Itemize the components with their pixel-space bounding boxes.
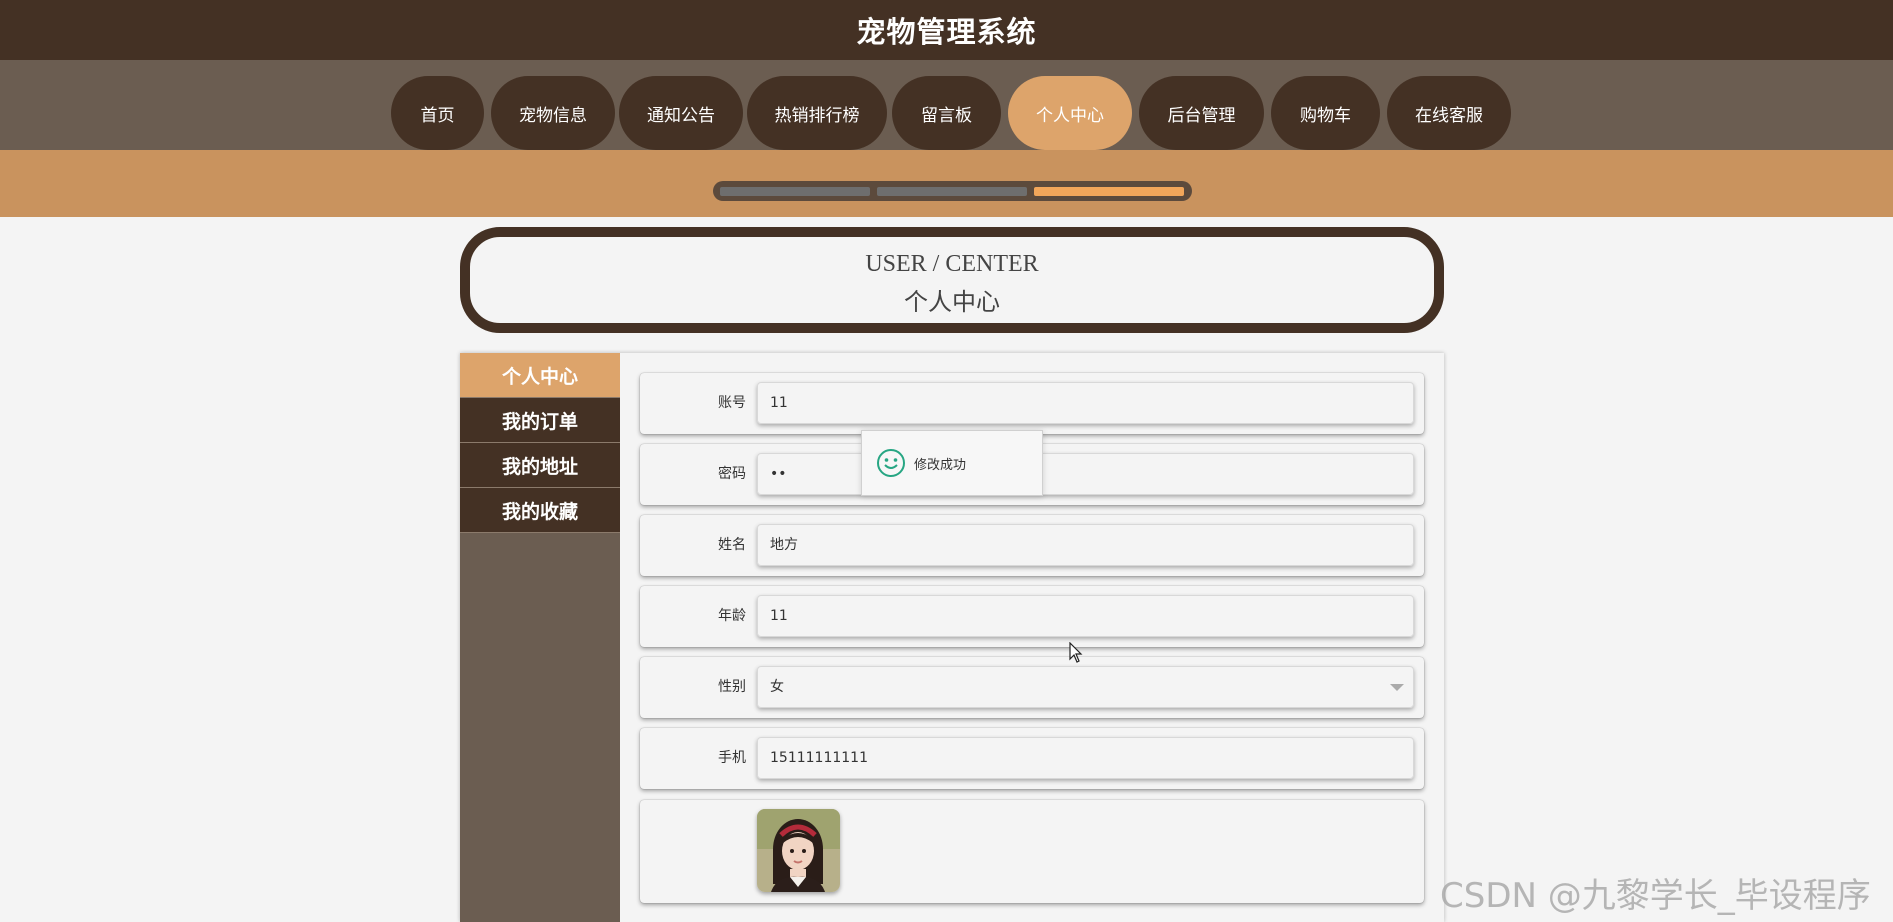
sidebar: 个人中心 我的订单 我的地址 我的收藏: [460, 353, 620, 922]
smile-icon: [877, 449, 905, 477]
toast-message: 修改成功: [914, 457, 967, 473]
sidebar-item-addresses[interactable]: 我的地址: [460, 443, 620, 488]
success-toast: 修改成功: [861, 430, 1043, 496]
form-row-gender: 性别 女: [640, 657, 1424, 718]
gender-select[interactable]: 女: [757, 666, 1414, 708]
sidebar-item-orders[interactable]: 我的订单: [460, 398, 620, 443]
age-field[interactable]: 11: [757, 595, 1414, 637]
form-row-account: 账号 11: [640, 373, 1424, 434]
site-title: 宠物管理系统: [856, 15, 1037, 49]
sidebar-item-user-center[interactable]: 个人中心: [460, 353, 620, 398]
nav-item-notices[interactable]: 通知公告: [619, 76, 743, 150]
account-label: 账号: [718, 395, 746, 411]
section-title-en: USER / CENTER: [865, 251, 1039, 277]
name-label: 姓名: [718, 537, 746, 553]
nav-item-pet-info[interactable]: 宠物信息: [491, 76, 615, 150]
nav-item-message-board[interactable]: 留言板: [892, 76, 1001, 150]
form-row-age: 年龄 11: [640, 586, 1424, 647]
gender-value: 女: [770, 679, 784, 695]
chevron-down-icon: [1390, 684, 1404, 691]
carousel-dot-2[interactable]: [877, 187, 1027, 196]
nav-item-home[interactable]: 首页: [391, 76, 484, 150]
form-row-phone: 手机 15111111111: [640, 728, 1424, 789]
avatar-image[interactable]: [757, 809, 840, 892]
nav-item-bestsellers[interactable]: 热销排行榜: [747, 76, 887, 150]
password-field[interactable]: ••: [757, 453, 1414, 495]
watermark: CSDN @九黎学长_毕设程序: [1440, 876, 1871, 916]
section-heading: USER / CENTER 个人中心: [460, 227, 1444, 333]
main-nav: 首页 宠物信息 通知公告 热销排行榜 留言板 个人中心 后台管理 购物车 在线客…: [0, 60, 1893, 150]
top-header: 宠物管理系统: [0, 0, 1893, 60]
carousel-indicator: [713, 181, 1192, 201]
form-row-name: 姓名 地方: [640, 515, 1424, 576]
carousel-dot-1[interactable]: [720, 187, 870, 196]
gender-label: 性别: [718, 679, 746, 695]
phone-label: 手机: [718, 750, 746, 766]
name-field[interactable]: 地方: [757, 524, 1414, 566]
nav-item-cart[interactable]: 购物车: [1271, 76, 1380, 150]
section-title-cn: 个人中心: [904, 290, 1000, 316]
nav-item-admin[interactable]: 后台管理: [1139, 76, 1264, 150]
carousel-dot-3[interactable]: [1034, 187, 1184, 196]
mouse-cursor-icon: [1069, 642, 1083, 663]
age-label: 年龄: [718, 608, 746, 624]
nav-item-user-center[interactable]: 个人中心: [1008, 76, 1132, 150]
form-row-avatar: [640, 800, 1424, 903]
nav-item-customer-service[interactable]: 在线客服: [1387, 76, 1511, 150]
sidebar-item-favorites[interactable]: 我的收藏: [460, 488, 620, 533]
password-label: 密码: [718, 466, 746, 482]
phone-field[interactable]: 15111111111: [757, 737, 1414, 779]
account-field[interactable]: 11: [757, 382, 1414, 424]
